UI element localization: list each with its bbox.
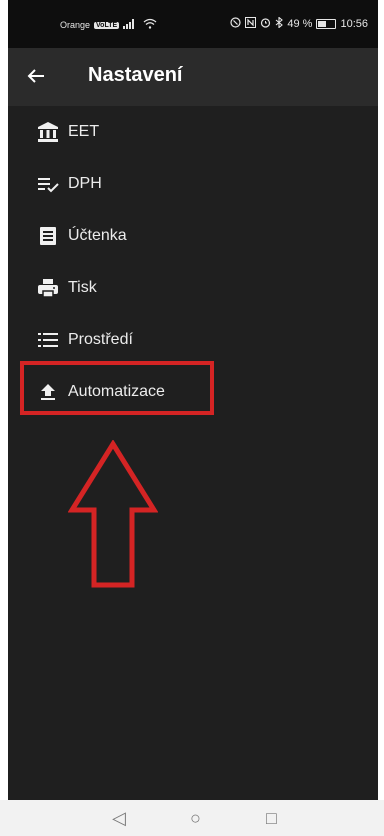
- menu-item-prostredi[interactable]: Prostředí: [8, 314, 378, 366]
- menu-item-label: Účtenka: [68, 227, 127, 244]
- signal-icon: [123, 18, 139, 32]
- wifi-icon: [143, 18, 157, 32]
- menu-item-label: DPH: [68, 175, 102, 192]
- battery-icon: [316, 19, 337, 29]
- receipt-icon: [36, 224, 60, 248]
- clock: 10:56: [340, 18, 368, 30]
- page-title: Nastavení: [88, 64, 183, 86]
- carrier-name: Orange: [60, 20, 91, 30]
- nav-home-button[interactable]: ○: [190, 806, 201, 830]
- menu-item-uctenka[interactable]: Účtenka: [8, 210, 378, 262]
- status-left: Orange VoLTE: [60, 18, 157, 32]
- menu-item-eet[interactable]: EET: [8, 106, 378, 158]
- nfc-icon: [230, 17, 241, 31]
- menu-item-tisk[interactable]: Tisk: [8, 262, 378, 314]
- bluetooth-icon: [275, 16, 284, 31]
- arrow-left-icon[interactable]: [26, 61, 46, 94]
- list-check-icon: [36, 172, 60, 196]
- menu-item-dph[interactable]: DPH: [8, 158, 378, 210]
- list-icon: [36, 328, 60, 352]
- app-bar: Nastavení: [8, 48, 378, 106]
- menu-item-label: EET: [68, 123, 100, 140]
- menu-item-label: Prostředí: [68, 331, 133, 348]
- system-nav-bar: ◁ ○ □: [0, 800, 384, 836]
- alarm-icon: [260, 17, 271, 31]
- volte-badge: VoLTE: [94, 21, 120, 29]
- phone-screen: Orange VoLTE 49 % 10:56 Nastavení EET DP…: [8, 0, 378, 800]
- n-mark-icon: [245, 17, 257, 31]
- battery-percent: 49 %: [287, 18, 313, 30]
- menu-item-label: Tisk: [68, 279, 97, 296]
- annotation-highlight-box: [20, 361, 214, 415]
- bank-icon: [36, 120, 60, 144]
- annotation-up-arrow-icon: [67, 439, 159, 595]
- status-bar: Orange VoLTE 49 % 10:56: [8, 0, 378, 48]
- status-right: 49 % 10:56: [230, 16, 368, 31]
- nav-recents-button[interactable]: □: [266, 806, 277, 830]
- nav-back-button[interactable]: ◁: [112, 806, 126, 830]
- printer-icon: [36, 276, 60, 300]
